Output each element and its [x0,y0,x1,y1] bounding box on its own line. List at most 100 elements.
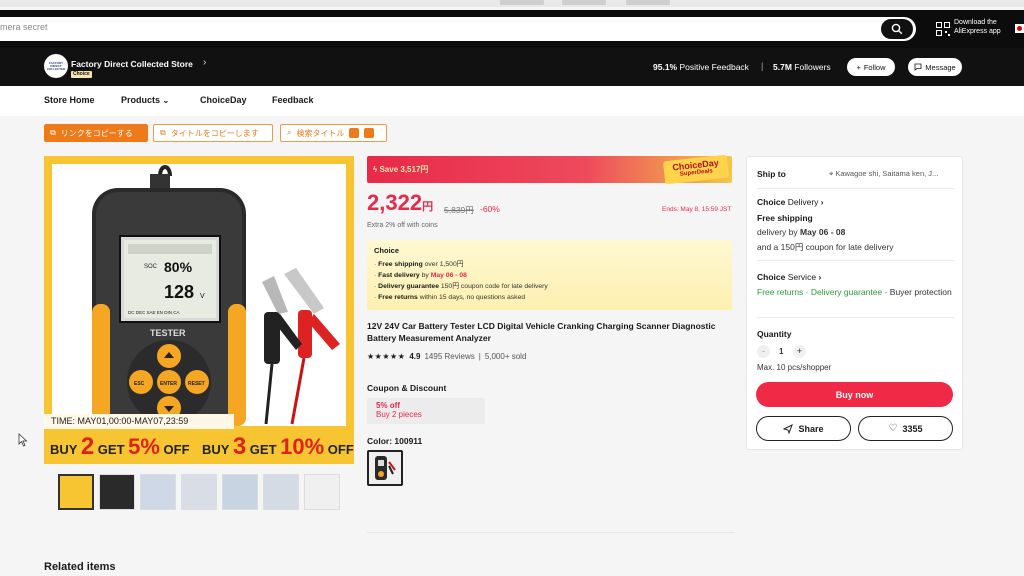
tester-label: TESTER [150,328,186,338]
promo-text: OFF [159,442,190,457]
discount-percent: -60% [480,204,500,214]
thumbnail[interactable] [222,474,258,510]
nav-store-home[interactable]: Store Home [44,95,95,105]
buy-now-button[interactable]: Buy now [756,382,953,407]
screen-bottom-labels: DC DEC SAE EN DIN CA [128,310,180,315]
promo-text: BUY [50,442,81,457]
thumbnail[interactable] [263,474,299,510]
search-title-button[interactable]: ⌕ 検索タイトル [280,124,387,142]
benefit-fast-delivery: · Fast delivery by May 06 - 08 [374,272,467,279]
store-logo[interactable]: FACTORY DIRECT COLLECTED [44,54,68,78]
promo-text: GET [94,442,129,457]
choice-word: Choice [757,197,786,207]
battery-tester-illustration: SOC 80% 128 V DC DEC SAE EN DIN CA TESTE… [92,165,340,426]
free-returns: Free returns [757,287,804,297]
nav-products[interactable]: Products ⌄ [121,95,169,105]
ship-to-label: Ship to [757,169,786,179]
plus-icon: + [856,62,861,72]
store-logo-text: FACTORY DIRECT COLLECTED [46,60,66,71]
divider: | [761,61,764,71]
promo-time: TIME: MAY01,00:00-MAY07,23:59 [44,414,234,429]
nav-feedback[interactable]: Feedback [272,95,314,105]
follow-label: Follow [863,62,886,72]
service-word: Service [785,272,817,282]
screen-percent: 80% [164,259,193,275]
tab-fragment [500,0,544,5]
main-product-image[interactable]: SOC 80% 128 V DC DEC SAE EN DIN CA TESTE… [44,156,354,464]
promo-text: OFF [324,442,354,457]
quantity-increase-button[interactable]: + [793,345,806,358]
positive-feedback: 95.1% Positive Feedback [653,62,749,72]
message-label: Message [925,62,956,72]
nav-choiceday[interactable]: ChoiceDay [200,95,247,105]
quantity-value[interactable]: 1 [779,347,783,356]
promo-percent: 10% [280,434,325,459]
chevron-right-icon[interactable]: › [203,57,206,68]
copy-link-label: リンクをコピーする [60,128,133,138]
ship-location[interactable]: ⌖ Kawagoe shi, Saitama ken, J... [829,169,938,179]
share-label: Share [798,423,824,434]
wishlist-count: 3355 [902,423,923,434]
thumbnail[interactable] [58,474,94,510]
search-title-label: 検索タイトル [296,128,345,138]
related-items-heading: Related items [44,561,116,573]
quantity-decrease-button[interactable]: - [757,345,770,358]
search-input-text: mera secret [0,22,48,32]
review-count[interactable]: 1495 Reviews [424,352,474,361]
coupon-heading: Coupon & Discount [367,383,447,393]
store-name[interactable]: Factory Direct Collected Store [71,59,193,69]
chat-icon [914,63,922,71]
copy-link-button[interactable]: ⧉ リンクをコピーする [44,124,148,142]
message-button[interactable]: Message [908,58,962,76]
delivery-by-text: delivery by [757,227,800,237]
browser-top-strip [0,0,1024,7]
thumbnail[interactable] [181,474,217,510]
delivery-guarantee: Delivery guarantee [810,287,883,297]
promo-percent: 5% [128,434,160,459]
japan-flag-icon[interactable] [1015,24,1024,33]
chevron-right-icon: › [820,197,824,207]
promo-number: 3 [232,433,247,460]
free-shipping: Free shipping [757,213,813,223]
coins-note: Extra 2% off with coins [367,222,438,229]
download-app-link[interactable]: Download the AliExpress app [954,18,1010,36]
chevron-down-icon: ⌄ [162,96,170,105]
rating-score: 4.9 [409,352,421,361]
rating-row: ★★★★★ 4.9 1495 Reviews | 5,000+ sold [367,352,526,361]
search-button[interactable] [881,19,913,39]
thumbnail[interactable] [99,474,135,510]
choice-delivery-heading[interactable]: Choice Delivery › [757,197,824,207]
late-coupon-note: and a 150円 coupon for late delivery [757,242,894,252]
current-price: 2,322円 [367,190,433,216]
thumbnail[interactable] [140,474,176,510]
search-input[interactable]: mera secret [0,17,916,41]
max-per-shopper: Max. 10 pcs/shopper [757,363,832,372]
qr-code-icon[interactable] [936,22,950,36]
search-icon [891,23,903,35]
copy-title-button[interactable]: ⧉ タイトルをコピーします [153,124,273,142]
promo-number: 2 [80,433,95,460]
followers: 5.7M Followers [773,62,831,72]
edit-icon [349,128,360,138]
follow-button[interactable]: + Follow [847,58,895,76]
key-esc: ESC [134,381,145,387]
tab-fragment [626,0,670,5]
choice-benefits[interactable]: Choice · Free shipping over 1,500円 · Fas… [367,240,732,310]
search-icon: ⌕ [287,128,292,137]
thumbnail[interactable] [304,474,340,510]
download-line-1: Download the [954,19,997,26]
coupon-card[interactable]: 5% off Buy 2 pieces [367,398,485,424]
price-value: 2,322 [367,190,423,215]
choice-service-heading[interactable]: Choice Service › [757,272,821,282]
wishlist-button[interactable]: ♡ 3355 [858,416,953,441]
divider [757,317,954,318]
feedback-label: Positive Feedback [679,62,749,72]
tab-fragment [562,0,606,5]
store-header: FACTORY DIRECT COLLECTED Choice Factory … [0,48,1024,86]
search-header: mera secret Download the AliExpress app [0,10,1024,48]
heart-icon: ♡ [888,423,898,434]
color-swatch[interactable] [367,450,403,486]
download-line-2: AliExpress app [954,28,1001,35]
share-icon [783,423,794,434]
share-button[interactable]: Share [756,416,851,441]
